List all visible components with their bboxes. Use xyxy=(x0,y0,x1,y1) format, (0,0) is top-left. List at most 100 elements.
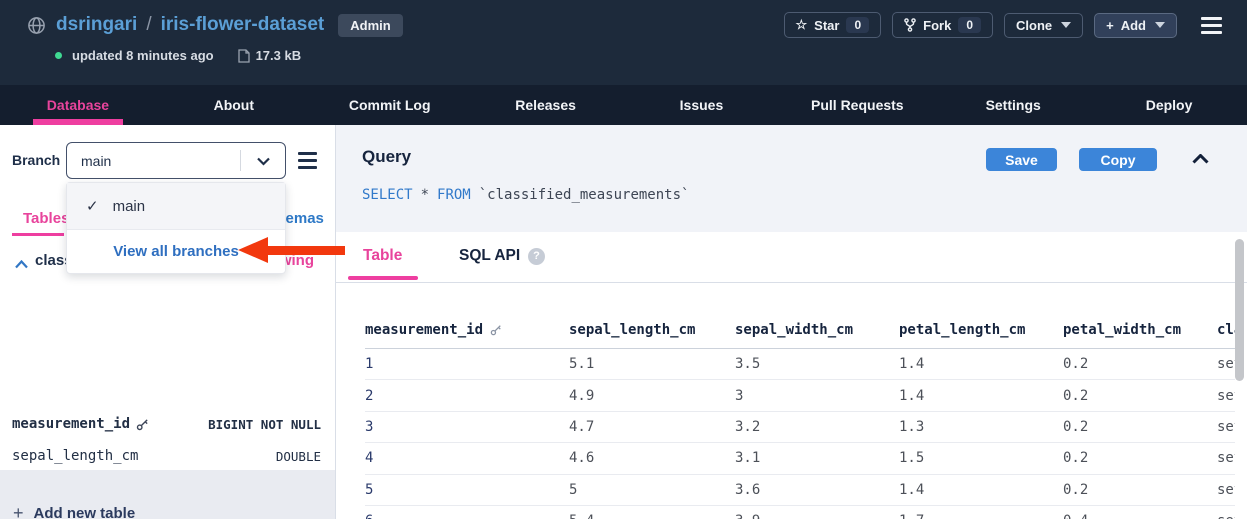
result-tabs: Table SQL API ? xyxy=(336,232,1247,283)
cell: setosa xyxy=(1217,482,1235,498)
branch-selected-value: main xyxy=(81,153,111,169)
cell: setosa xyxy=(1217,450,1235,466)
column-header[interactable]: sepal_width_cm xyxy=(735,322,899,338)
table-row[interactable]: 3 4.7 3.2 1.3 0.2 setosa xyxy=(365,412,1235,443)
column-name: measurement_id xyxy=(12,416,130,432)
schema-column-row[interactable]: sepal_length_cm DOUBLE xyxy=(12,444,321,468)
column-name: sepal_length_cm xyxy=(12,448,138,464)
schema-column-row[interactable]: measurement_id BIGINT NOT NULL xyxy=(12,412,321,436)
cell: setosa xyxy=(1217,419,1235,435)
collapse-query-chevron-icon[interactable] xyxy=(1192,151,1209,169)
nav-tab-issues[interactable]: Issues xyxy=(624,85,780,125)
table-row[interactable]: 2 4.9 3 1.4 0.2 setosa xyxy=(365,380,1235,411)
tab-sql-api[interactable]: SQL API xyxy=(459,247,520,265)
nav-tab-database[interactable]: Database xyxy=(0,85,156,125)
add-button[interactable]: + Add xyxy=(1094,13,1177,38)
cell: 5 xyxy=(569,482,735,498)
cell: 0.2 xyxy=(1063,482,1217,498)
sql-star: * xyxy=(421,187,429,203)
fork-label: Fork xyxy=(923,18,951,33)
tab-table[interactable]: Table xyxy=(363,247,402,265)
header-menu-icon[interactable] xyxy=(1198,14,1225,37)
column-header[interactable]: class xyxy=(1217,322,1235,338)
add-table-label: Add new table xyxy=(34,505,136,519)
cell: 3.1 xyxy=(735,450,899,466)
cell: 3.2 xyxy=(735,419,899,435)
star-icon: ☆ xyxy=(796,17,808,33)
database-sidebar: Branch main Tables Schemas classified_me… xyxy=(0,125,336,519)
table-row[interactable]: 1 5.1 3.5 1.4 0.2 setosa xyxy=(365,349,1235,380)
nav-tab-releases[interactable]: Releases xyxy=(468,85,624,125)
cell: 4.9 xyxy=(569,388,735,404)
nav-tab-pull-requests[interactable]: Pull Requests xyxy=(779,85,935,125)
dolthub-repo-page: dsringari / iris-flower-dataset Admin ☆ … xyxy=(0,0,1247,519)
column-header[interactable]: petal_length_cm xyxy=(899,322,1063,338)
nav-tab-label: Database xyxy=(47,97,109,113)
active-tab-underline xyxy=(348,276,418,280)
copy-button[interactable]: Copy xyxy=(1079,148,1157,171)
nav-tab-settings[interactable]: Settings xyxy=(935,85,1091,125)
cell: 5 xyxy=(365,482,569,498)
vertical-scrollbar[interactable] xyxy=(1235,239,1244,381)
star-label: Star xyxy=(814,18,839,33)
add-new-table-button[interactable]: + Add new table xyxy=(13,503,135,519)
nav-tab-label: Settings xyxy=(986,97,1041,113)
star-button[interactable]: ☆ Star 0 xyxy=(784,12,882,38)
cell: 1.4 xyxy=(899,356,1063,372)
query-panel: Query SELECT*FROM`classified_measurement… xyxy=(336,125,1247,232)
nav-tab-label: Pull Requests xyxy=(811,97,904,113)
plus-icon: + xyxy=(1106,18,1114,33)
branch-option-main[interactable]: ✓ main xyxy=(67,183,285,230)
branch-option-label: main xyxy=(113,198,146,215)
cell: 1.5 xyxy=(899,450,1063,466)
chevron-down-icon xyxy=(1155,22,1165,28)
nav-tab-about[interactable]: About xyxy=(156,85,312,125)
repo-owner-link[interactable]: dsringari xyxy=(56,14,137,36)
breadcrumb: dsringari / iris-flower-dataset xyxy=(56,14,324,36)
sql-keyword: SELECT xyxy=(362,187,413,203)
column-type: DOUBLE xyxy=(276,449,321,464)
cell: 1.3 xyxy=(899,419,1063,435)
cell: 4.7 xyxy=(569,419,735,435)
sql-query-text[interactable]: SELECT*FROM`classified_measurements` xyxy=(362,187,689,203)
table-row[interactable]: 6 5.4 3.9 1.7 0.4 setosa xyxy=(365,506,1235,519)
column-header[interactable]: measurement_id xyxy=(365,322,483,338)
nav-tab-label: About xyxy=(214,97,254,113)
cell: 0.2 xyxy=(1063,388,1217,404)
cell: 3.9 xyxy=(735,513,899,519)
save-button[interactable]: Save xyxy=(986,148,1057,171)
check-icon: ✓ xyxy=(86,197,99,215)
cell: 2 xyxy=(365,388,569,404)
help-icon[interactable]: ? xyxy=(528,248,545,265)
cell: 3.5 xyxy=(735,356,899,372)
primary-key-icon xyxy=(136,418,149,431)
active-tab-underline xyxy=(12,233,64,236)
add-label: Add xyxy=(1121,18,1146,33)
branch-selector[interactable]: main xyxy=(66,142,286,179)
column-header[interactable]: petal_width_cm xyxy=(1063,322,1217,338)
nav-tab-label: Issues xyxy=(680,97,724,113)
query-title: Query xyxy=(362,147,411,167)
table-row[interactable]: 4 4.6 3.1 1.5 0.2 setosa xyxy=(365,443,1235,474)
table-header-row: measurement_id sepal_length_cm sepal_wid… xyxy=(365,311,1235,349)
globe-icon xyxy=(27,16,46,35)
fork-button[interactable]: Fork 0 xyxy=(892,12,993,38)
column-header[interactable]: sepal_length_cm xyxy=(569,322,735,338)
nav-tab-deploy[interactable]: Deploy xyxy=(1091,85,1247,125)
sidebar-menu-icon[interactable] xyxy=(298,152,317,169)
cell: 3 xyxy=(735,388,899,404)
clone-button[interactable]: Clone xyxy=(1004,13,1083,38)
updated-status-dot xyxy=(55,52,62,59)
repo-name-link[interactable]: iris-flower-dataset xyxy=(161,14,325,36)
sidebar-tab-tables[interactable]: Tables xyxy=(23,210,69,227)
repo-header: dsringari / iris-flower-dataset Admin ☆ … xyxy=(0,0,1247,85)
sql-table-name: `classified_measurements` xyxy=(479,187,690,203)
cell: setosa xyxy=(1217,388,1235,404)
view-all-branches-link[interactable]: View all branches xyxy=(67,230,285,273)
nav-tab-commit-log[interactable]: Commit Log xyxy=(312,85,468,125)
breadcrumb-separator: / xyxy=(146,14,151,36)
cell: 1.4 xyxy=(899,388,1063,404)
primary-key-icon xyxy=(490,324,502,336)
table-row[interactable]: 5 5 3.6 1.4 0.2 setosa xyxy=(365,475,1235,506)
collapse-chevron-icon[interactable] xyxy=(15,256,28,274)
